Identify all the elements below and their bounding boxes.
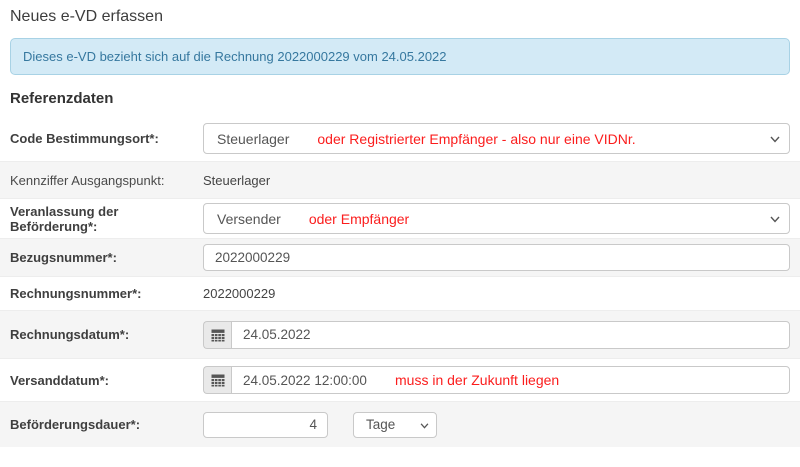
rechnungsnummer-value: 2022000229 [203, 286, 275, 301]
field-label: Rechnungsdatum*: [0, 327, 203, 342]
befoerderungsdauer-input[interactable] [203, 412, 328, 438]
form-row-rechnungsnummer: Rechnungsnummer*: 2022000229 [0, 276, 800, 310]
reference-data-form: Code Bestimmungsort*: Steuerlager oder R… [0, 116, 800, 447]
page-title: Neues e-VD erfassen [10, 8, 790, 26]
calendar-icon [211, 328, 225, 342]
field-label: Bezugsnummer*: [0, 250, 203, 265]
kennziffer-ausgangspunkt-value: Steuerlager [203, 173, 270, 188]
field-label: Veranlassung der Beförderung*: [0, 204, 203, 234]
info-alert-text: Dieses e-VD bezieht sich auf die Rechnun… [23, 49, 447, 64]
field-label: Kennziffer Ausgangspunkt: [0, 173, 203, 188]
chevron-down-icon [770, 216, 780, 223]
code-bestimmungsort-select[interactable]: Steuerlager oder Registrierter Empfänger… [203, 123, 790, 154]
field-label: Code Bestimmungsort*: [0, 131, 203, 146]
versanddatum-input[interactable] [243, 367, 395, 393]
chevron-down-icon [420, 423, 429, 429]
annotation-text: oder Registrierter Empfänger - also nur … [317, 131, 635, 147]
befoerderungsdauer-unit-select[interactable]: Tage [353, 412, 437, 438]
annotation-text: muss in der Zukunft liegen [395, 372, 559, 388]
annotation-text: oder Empfänger [309, 211, 409, 227]
selected-option: Steuerlager [217, 131, 289, 147]
field-label: Versanddatum*: [0, 373, 203, 388]
field-label: Rechnungsnummer*: [0, 286, 203, 301]
form-row-veranlassung: Veranlassung der Beförderung*: Versender… [0, 198, 800, 238]
chevron-down-icon [770, 136, 780, 143]
info-alert: Dieses e-VD bezieht sich auf die Rechnun… [10, 38, 790, 75]
rechnungsdatum-calendar-button[interactable] [203, 321, 231, 349]
versanddatum-calendar-button[interactable] [203, 366, 231, 394]
bezugsnummer-input[interactable] [203, 244, 790, 271]
section-heading: Referenzdaten [10, 90, 790, 107]
form-row-rechnungsdatum: Rechnungsdatum*: [0, 310, 800, 358]
form-row-code-bestimmungsort: Code Bestimmungsort*: Steuerlager oder R… [0, 116, 800, 161]
veranlassung-select[interactable]: Versender oder Empfänger [203, 203, 790, 234]
form-row-versanddatum: Versanddatum*: muss in der Zukunft liege [0, 358, 800, 401]
rechnungsdatum-input[interactable] [243, 322, 778, 348]
form-row-befoerderungsdauer: Beförderungsdauer*: Tage [0, 401, 800, 447]
selected-option: Tage [366, 417, 395, 432]
calendar-icon [211, 373, 225, 387]
form-row-kennziffer-ausgangspunkt: Kennziffer Ausgangspunkt: Steuerlager [0, 161, 800, 198]
page: Neues e-VD erfassen Dieses e-VD bezieht … [0, 8, 800, 447]
selected-option: Versender [217, 211, 281, 227]
form-row-bezugsnummer: Bezugsnummer*: [0, 238, 800, 276]
field-label: Beförderungsdauer*: [0, 417, 203, 432]
